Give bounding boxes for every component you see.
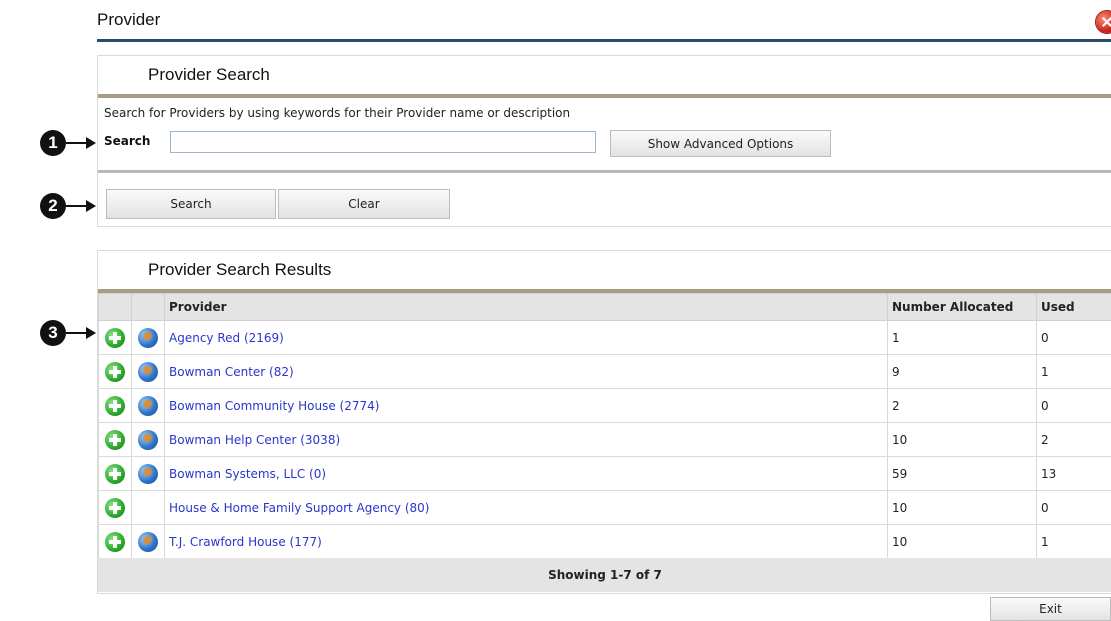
used-cell: 1 xyxy=(1037,525,1111,559)
add-cell xyxy=(99,491,132,525)
arrow-right-icon xyxy=(86,137,96,149)
allocated-cell: 9 xyxy=(888,355,1037,389)
add-cell xyxy=(99,423,132,457)
allocated-cell: 10 xyxy=(888,525,1037,559)
globe-icon[interactable] xyxy=(138,464,158,484)
add-icon[interactable] xyxy=(105,430,125,450)
results-footer: Showing 1-7 of 7 xyxy=(98,558,1111,592)
results-table: Provider Number Allocated Used Agency Re… xyxy=(98,293,1111,559)
table-row: Bowman Center (82) 91 xyxy=(99,355,1111,389)
search-input[interactable] xyxy=(170,131,596,153)
allocated-cell: 10 xyxy=(888,491,1037,525)
globe-cell xyxy=(132,525,165,559)
provider-link[interactable]: Bowman Help Center (3038) xyxy=(169,433,340,447)
table-row: House & Home Family Support Agency (80) 1… xyxy=(99,491,1111,525)
provider-link[interactable]: Bowman Systems, LLC (0) xyxy=(169,467,326,481)
table-row: Bowman Community House (2774) 20 xyxy=(99,389,1111,423)
add-icon[interactable] xyxy=(105,362,125,382)
add-icon[interactable] xyxy=(105,328,125,348)
provider-link[interactable]: House & Home Family Support Agency (80) xyxy=(169,501,429,515)
add-icon[interactable] xyxy=(105,532,125,552)
globe-icon[interactable] xyxy=(138,396,158,416)
title-bar xyxy=(97,39,1111,42)
provider-cell: T.J. Crawford House (177) xyxy=(165,525,888,559)
provider-results-panel: Provider Search Results Provider Number … xyxy=(97,250,1111,594)
add-icon[interactable] xyxy=(105,396,125,416)
provider-link[interactable]: Agency Red (2169) xyxy=(169,331,284,345)
globe-cell xyxy=(132,389,165,423)
callout-number: 2 xyxy=(40,193,66,219)
globe-cell xyxy=(132,423,165,457)
used-cell: 0 xyxy=(1037,491,1111,525)
used-cell: 13 xyxy=(1037,457,1111,491)
used-cell: 1 xyxy=(1037,355,1111,389)
add-icon[interactable] xyxy=(105,498,125,518)
provider-cell: House & Home Family Support Agency (80) xyxy=(165,491,888,525)
globe-icon[interactable] xyxy=(138,328,158,348)
table-header-row: Provider Number Allocated Used xyxy=(99,294,1111,321)
used-cell: 0 xyxy=(1037,389,1111,423)
add-cell xyxy=(99,525,132,559)
add-cell xyxy=(99,457,132,491)
provider-link[interactable]: Bowman Community House (2774) xyxy=(169,399,379,413)
used-cell: 0 xyxy=(1037,321,1111,355)
provider-link[interactable]: Bowman Center (82) xyxy=(169,365,294,379)
globe-cell xyxy=(132,355,165,389)
provider-cell: Bowman Center (82) xyxy=(165,355,888,389)
header-provider[interactable]: Provider xyxy=(165,294,888,321)
callout-arrow-line xyxy=(66,332,88,334)
callout-arrow-line xyxy=(66,142,88,144)
arrow-right-icon xyxy=(86,200,96,212)
table-row: T.J. Crawford House (177) 101 xyxy=(99,525,1111,559)
add-cell xyxy=(99,321,132,355)
table-row: Bowman Systems, LLC (0) 5913 xyxy=(99,457,1111,491)
globe-icon[interactable] xyxy=(138,430,158,450)
table-row: Agency Red (2169) 10 xyxy=(99,321,1111,355)
search-label: Search xyxy=(104,134,150,148)
provider-cell: Bowman Community House (2774) xyxy=(165,389,888,423)
allocated-cell: 59 xyxy=(888,457,1037,491)
panel-heading: Provider Search xyxy=(98,56,1111,98)
header-number-allocated[interactable]: Number Allocated xyxy=(888,294,1037,321)
globe-cell xyxy=(132,457,165,491)
window-title: Provider xyxy=(97,10,160,30)
search-button[interactable]: Search xyxy=(106,189,276,219)
globe-cell xyxy=(132,321,165,355)
provider-cell: Bowman Help Center (3038) xyxy=(165,423,888,457)
panel-heading: Provider Search Results xyxy=(98,251,1111,293)
exit-button[interactable]: Exit xyxy=(990,597,1111,621)
show-advanced-options-button[interactable]: Show Advanced Options xyxy=(610,130,831,157)
callout-number: 1 xyxy=(40,130,66,156)
divider xyxy=(98,170,1111,173)
clear-button[interactable]: Clear xyxy=(278,189,450,219)
header-add xyxy=(99,294,132,321)
globe-icon[interactable] xyxy=(138,532,158,552)
add-icon[interactable] xyxy=(105,464,125,484)
provider-cell: Bowman Systems, LLC (0) xyxy=(165,457,888,491)
arrow-right-icon xyxy=(86,327,96,339)
header-globe xyxy=(132,294,165,321)
callout-number: 3 xyxy=(40,320,66,346)
table-row: Bowman Help Center (3038) 102 xyxy=(99,423,1111,457)
allocated-cell: 1 xyxy=(888,321,1037,355)
globe-cell xyxy=(132,491,165,525)
search-help-text: Search for Providers by using keywords f… xyxy=(104,106,570,120)
callout-arrow-line xyxy=(66,205,88,207)
add-cell xyxy=(99,355,132,389)
allocated-cell: 10 xyxy=(888,423,1037,457)
globe-icon[interactable] xyxy=(138,362,158,382)
add-cell xyxy=(99,389,132,423)
allocated-cell: 2 xyxy=(888,389,1037,423)
provider-link[interactable]: T.J. Crawford House (177) xyxy=(169,535,322,549)
header-used[interactable]: Used xyxy=(1037,294,1111,321)
provider-cell: Agency Red (2169) xyxy=(165,321,888,355)
provider-search-panel: Provider Search Search for Providers by … xyxy=(97,55,1111,227)
close-icon[interactable] xyxy=(1096,11,1111,33)
used-cell: 2 xyxy=(1037,423,1111,457)
